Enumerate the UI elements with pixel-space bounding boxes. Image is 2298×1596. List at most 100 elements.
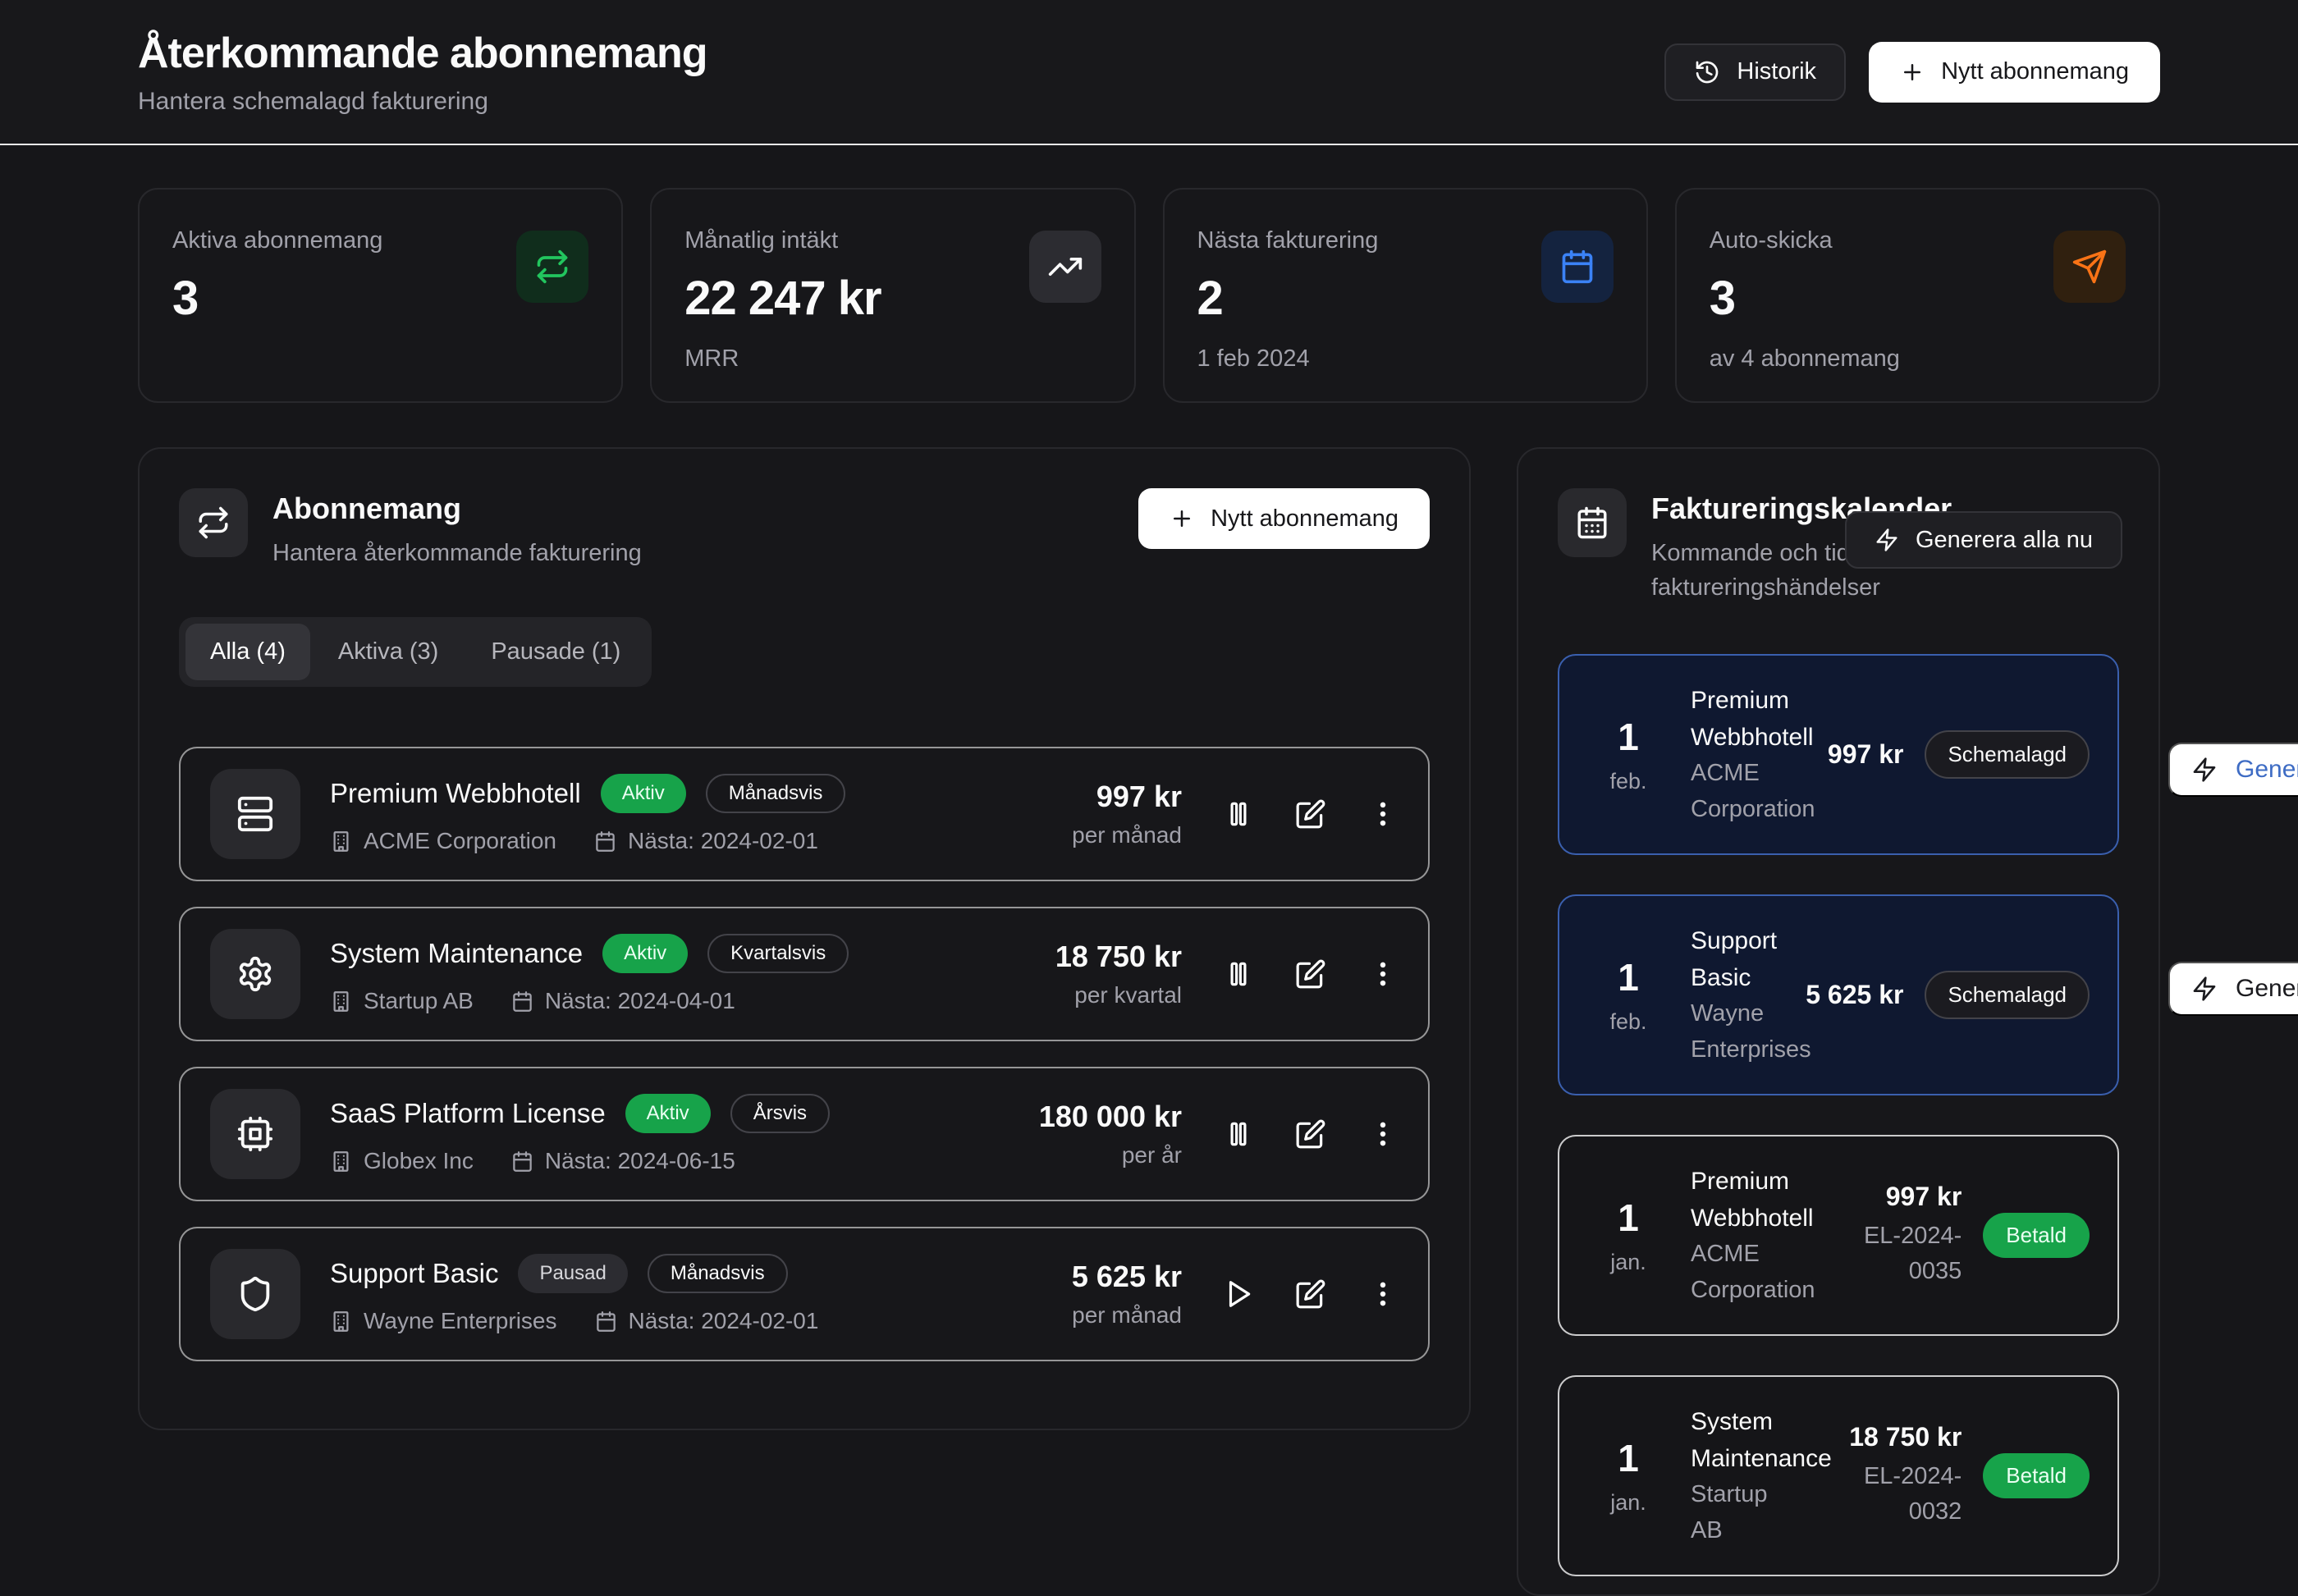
- billing-event-scheduled: 1 feb. Premium Webbhotell ACME Corporati…: [1558, 654, 2119, 855]
- subscription-amount: 18 750 kr per kvartal: [1055, 940, 1182, 1008]
- cpu-icon: [210, 1089, 300, 1179]
- edit-button[interactable]: [1295, 1278, 1326, 1310]
- billing-event-scheduled: 1 feb. Support Basic Wayne Enterprises 5…: [1558, 894, 2119, 1095]
- next-billing-date: Nästa: 2024-06-15: [545, 1148, 735, 1174]
- calendar-icon: [595, 1310, 617, 1333]
- calendar-icon: [511, 990, 533, 1013]
- stat-card-next-billing: Nästa fakturering 2 1 feb 2024: [1163, 188, 1648, 403]
- trending-up-icon: [1029, 231, 1101, 303]
- event-status-badge: Betald: [1983, 1213, 2090, 1258]
- company-name: Globex Inc: [364, 1148, 474, 1174]
- gear-icon: [210, 929, 300, 1019]
- subscription-info: Premium Webbhotell Aktiv Månadsvis ACME …: [330, 774, 1042, 854]
- event-status-badge: Schemalagd: [1925, 971, 2090, 1019]
- frequency-badge: Månadsvis: [706, 774, 846, 813]
- generate-now-button[interactable]: Generera: [2168, 962, 2298, 1016]
- next-billing-meta: Nästa: 2024-04-01: [511, 988, 735, 1014]
- tab-active[interactable]: Aktiva (3): [314, 624, 463, 680]
- subscription-name: Support Basic: [330, 1258, 498, 1289]
- subscription-info: System Maintenance Aktiv Kvartalsvis Sta…: [330, 934, 1026, 1014]
- status-badge: Aktiv: [601, 774, 686, 813]
- calendar-icon: [594, 830, 616, 853]
- subscription-list: Premium Webbhotell Aktiv Månadsvis ACME …: [179, 747, 1430, 1361]
- event-date: 1 jan.: [1587, 1436, 1669, 1516]
- subscription-name: System Maintenance: [330, 938, 583, 969]
- plus-icon: [1170, 506, 1194, 531]
- tab-all[interactable]: Alla (4): [185, 624, 310, 680]
- subscription-info: SaaS Platform License Aktiv Årsvis Globe…: [330, 1094, 1009, 1174]
- subscriptions-panel-header: Abonnemang Hantera återkommande fakturer…: [140, 449, 1469, 570]
- more-menu-button[interactable]: [1367, 798, 1398, 830]
- company-name: ACME Corporation: [364, 828, 556, 854]
- status-badge: Pausad: [518, 1254, 627, 1293]
- event-amount-block: 997 kr EL-2024-0035: [1824, 1182, 1962, 1290]
- subscription-amount: 180 000 kr per år: [1039, 1100, 1182, 1168]
- event-amount: 997 kr: [1828, 739, 1904, 770]
- event-day: 1: [1587, 715, 1669, 759]
- company-meta: Wayne Enterprises: [330, 1308, 557, 1334]
- billing-event-paid: 1 jan. System Maintenance Startup AB 18 …: [1558, 1375, 2119, 1576]
- frequency-badge: Årsvis: [730, 1094, 830, 1133]
- subscriptions-panel-subtitle: Hantera återkommande fakturering: [272, 536, 642, 570]
- event-name: System Maintenance: [1691, 1403, 1802, 1477]
- header-actions: Historik Nytt abonnemang: [1664, 42, 2160, 103]
- more-menu-button[interactable]: [1367, 958, 1398, 990]
- history-icon: [1694, 59, 1720, 85]
- header-titles: Återkommande abonnemang Hantera schemala…: [138, 29, 707, 116]
- generate-now-label: Generera: [2236, 975, 2298, 1003]
- event-date: 1 feb.: [1587, 715, 1669, 794]
- next-billing-meta: Nästa: 2024-06-15: [511, 1148, 735, 1174]
- billing-event-paid: 1 jan. Premium Webbhotell ACME Corporati…: [1558, 1135, 2119, 1336]
- stat-sub: av 4 abonnemang: [1710, 345, 2126, 373]
- subscriptions-panel-title: Abonnemang: [272, 492, 642, 526]
- next-billing-date: Nästa: 2024-04-01: [545, 988, 735, 1014]
- more-menu-button[interactable]: [1367, 1278, 1398, 1310]
- edit-button[interactable]: [1295, 958, 1326, 990]
- pause-button[interactable]: [1223, 958, 1254, 990]
- history-button[interactable]: Historik: [1664, 43, 1846, 101]
- company-meta: Globex Inc: [330, 1148, 474, 1174]
- next-billing-date: Nästa: 2024-02-01: [628, 828, 818, 854]
- frequency-badge: Kvartalsvis: [707, 934, 849, 973]
- event-info: Premium Webbhotell ACME Corporation: [1691, 1163, 1802, 1308]
- generate-now-button[interactable]: Generera: [2168, 743, 2298, 797]
- event-company: ACME Corporation: [1691, 756, 1806, 827]
- more-menu-button[interactable]: [1367, 1118, 1398, 1150]
- pause-button[interactable]: [1223, 798, 1254, 830]
- event-month: jan.: [1587, 1490, 1669, 1516]
- stat-card-active-subscriptions: Aktiva abonnemang 3: [138, 188, 623, 403]
- generate-now-label: Generera: [2236, 756, 2298, 784]
- edit-button[interactable]: [1295, 798, 1326, 830]
- event-company: Wayne Enterprises: [1691, 996, 1784, 1068]
- event-name: Support Basic: [1691, 922, 1784, 996]
- play-button[interactable]: [1223, 1278, 1254, 1310]
- building-icon: [330, 1150, 352, 1173]
- event-month: feb.: [1587, 769, 1669, 794]
- event-invoice-number: EL-2024-0032: [1824, 1459, 1962, 1530]
- edit-button[interactable]: [1295, 1118, 1326, 1150]
- subscription-filter-tabs: Alla (4) Aktiva (3) Pausade (1): [179, 617, 652, 687]
- tab-paused[interactable]: Pausade (1): [466, 624, 645, 680]
- subscriptions-panel: Abonnemang Hantera återkommande fakturer…: [138, 447, 1471, 1430]
- row-actions: [1223, 1118, 1398, 1150]
- pause-button[interactable]: [1223, 1118, 1254, 1150]
- next-billing-date: Nästa: 2024-02-01: [629, 1308, 819, 1334]
- event-amount: 5 625 kr: [1806, 980, 1903, 1010]
- billing-calendar-panel: Faktureringskalender Kommande och tidiga…: [1517, 447, 2160, 1596]
- page-subtitle: Hantera schemalagd fakturering: [138, 88, 707, 116]
- event-name: Premium Webbhotell: [1691, 1163, 1802, 1237]
- page-title: Återkommande abonnemang: [138, 29, 707, 78]
- subscription-name: SaaS Platform License: [330, 1098, 606, 1129]
- event-day: 1: [1587, 1196, 1669, 1240]
- generate-all-button[interactable]: Generera alla nu: [1845, 511, 2122, 569]
- amount-value: 180 000 kr: [1039, 1100, 1182, 1134]
- repeat-icon: [179, 488, 248, 557]
- new-subscription-button-panel[interactable]: Nytt abonnemang: [1138, 488, 1430, 549]
- building-icon: [330, 830, 352, 853]
- new-subscription-button-header[interactable]: Nytt abonnemang: [1869, 42, 2160, 103]
- main-content: Abonnemang Hantera återkommande fakturer…: [0, 403, 2298, 1596]
- subscription-row: System Maintenance Aktiv Kvartalsvis Sta…: [179, 907, 1430, 1041]
- subscription-row: Support Basic Pausad Månadsvis Wayne Ent…: [179, 1227, 1430, 1361]
- event-status-badge: Betald: [1983, 1453, 2090, 1498]
- calendar-icon: [1541, 231, 1614, 303]
